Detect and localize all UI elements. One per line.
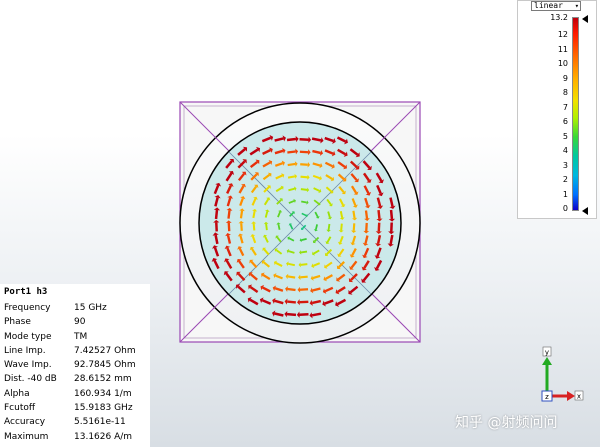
info-value: 7.42527 Ohm <box>74 345 136 356</box>
field-arrow-shaft <box>240 223 243 231</box>
info-value: 5.5161e-11 <box>74 417 126 428</box>
axis-x-label: x <box>577 393 581 401</box>
scale-select[interactable]: linear ▾ <box>531 1 581 11</box>
field-arrow-shaft <box>300 163 308 166</box>
field-arrow-shaft <box>214 234 219 245</box>
info-row: Line Imp. 7.42527 Ohm <box>4 344 150 358</box>
info-value: 160.934 1/m <box>74 388 132 399</box>
field-arrow-shaft <box>227 210 231 219</box>
field-arrow-shaft <box>352 210 356 219</box>
scale-select-value: linear <box>534 1 563 10</box>
field-arrow-shaft <box>340 223 343 231</box>
info-key: Frequency <box>4 303 51 313</box>
max-marker-icon <box>582 15 588 23</box>
field-arrow-shaft <box>311 137 322 142</box>
field-arrow-shaft <box>239 210 244 219</box>
axes-triad: y x z <box>541 346 584 402</box>
info-row: Accuracy 5.5161e-11 <box>4 415 150 429</box>
field-arrow-shaft <box>265 223 268 231</box>
field-arrow-shaft <box>286 312 297 317</box>
info-value: 28.6152 mm <box>74 374 132 385</box>
info-row: Frequency 15 GHz <box>4 301 150 315</box>
info-row: Dist. -40 dB 28.6152 mm <box>4 372 150 386</box>
field-arrow-shaft <box>252 210 256 219</box>
info-key: Mode type <box>4 331 52 342</box>
info-row: Alpha 160.934 1/m <box>4 387 150 401</box>
legend-tick-label: 3 <box>562 160 568 170</box>
legend-tick-label: 11 <box>557 44 568 54</box>
min-marker-icon <box>582 207 588 215</box>
field-arrow-shaft <box>300 263 308 266</box>
field-arrow-shaft <box>277 224 281 230</box>
axis-y-label: y <box>545 349 549 357</box>
legend-tick-label: 8 <box>562 88 568 97</box>
info-key: Maximum <box>4 431 49 442</box>
legend-tick-label: 7 <box>562 102 568 112</box>
info-row: Phase 90 <box>4 315 150 329</box>
field-arrow-shaft <box>301 200 307 204</box>
legend-tick-label: 1 <box>562 189 568 199</box>
info-key: Fcutoff <box>4 403 36 414</box>
field-arrow-shaft <box>339 210 344 219</box>
axis-z-label: z <box>545 393 549 401</box>
field-arrow-shaft <box>287 287 296 292</box>
field-arrow-shaft <box>311 312 322 317</box>
field-arrow-shaft <box>300 175 308 179</box>
legend-tick-label: 6 <box>562 117 568 126</box>
field-arrow-shaft <box>327 223 331 231</box>
info-row: Wave Imp. 92.7845 Ohm <box>4 358 150 372</box>
field-arrow-shaft <box>300 275 308 279</box>
legend-tick-label: 5 <box>562 131 568 141</box>
info-value: 13.1626 A/m <box>74 431 133 442</box>
info-key: Accuracy <box>4 417 46 428</box>
legend-tick-label: 9 <box>562 73 568 83</box>
field-arrow-shaft <box>377 210 381 219</box>
legend-tick-label: 4 <box>562 146 568 155</box>
info-key: Dist. -40 dB <box>4 374 57 385</box>
field-arrow-shaft <box>364 210 369 219</box>
colorbar <box>572 17 579 211</box>
info-key: Wave Imp. <box>4 360 52 371</box>
field-arrow-shaft <box>389 209 394 220</box>
info-value: TM <box>74 331 88 342</box>
legend-max-label: 13.2 <box>550 13 568 22</box>
info-row: Mode type TM <box>4 330 150 344</box>
chevron-down-icon: ▾ <box>574 2 579 10</box>
info-value: 15.9183 GHz <box>74 403 133 414</box>
port-info-title: Port1 h3 <box>4 287 48 297</box>
watermark-text: 知乎 @射频问问 <box>455 415 558 431</box>
info-value: 92.7845 Ohm <box>74 360 136 371</box>
field-arrow-shaft <box>352 223 356 231</box>
field-arrow-shaft <box>252 223 256 231</box>
port-info-panel: Port1 h3 Frequency 15 GHz Phase 90 Mode type… <box>0 284 150 447</box>
info-value: 90 <box>74 317 86 328</box>
legend-tick-label: 10 <box>557 59 568 68</box>
info-value: 15 GHz <box>74 303 107 313</box>
info-row: Fcutoff 15.9183 GHz <box>4 401 150 415</box>
field-arrow-shaft <box>287 175 296 179</box>
field-arrow-shaft <box>287 262 296 267</box>
legend-tick-label: 0 <box>562 204 568 213</box>
legend-tick-label: 12 <box>557 30 568 39</box>
field-arrow-shaft <box>389 234 394 245</box>
info-key: Phase <box>4 317 31 328</box>
info-key: Line Imp. <box>4 345 46 356</box>
field-arrow-shaft <box>214 209 219 220</box>
field-arrow-shaft <box>287 300 296 304</box>
field-arrow-shaft <box>300 250 308 254</box>
info-key: Alpha <box>4 388 30 399</box>
legend-tick-label: 2 <box>562 175 568 184</box>
field-arrow-shaft <box>286 137 297 142</box>
info-row: Maximum 13.1626 A/m <box>4 430 150 444</box>
field-arrow-shaft <box>287 150 296 154</box>
field-arrow-shaft <box>287 162 296 167</box>
field-arrow-shaft <box>300 188 308 191</box>
field-arrow-shaft <box>287 275 296 279</box>
